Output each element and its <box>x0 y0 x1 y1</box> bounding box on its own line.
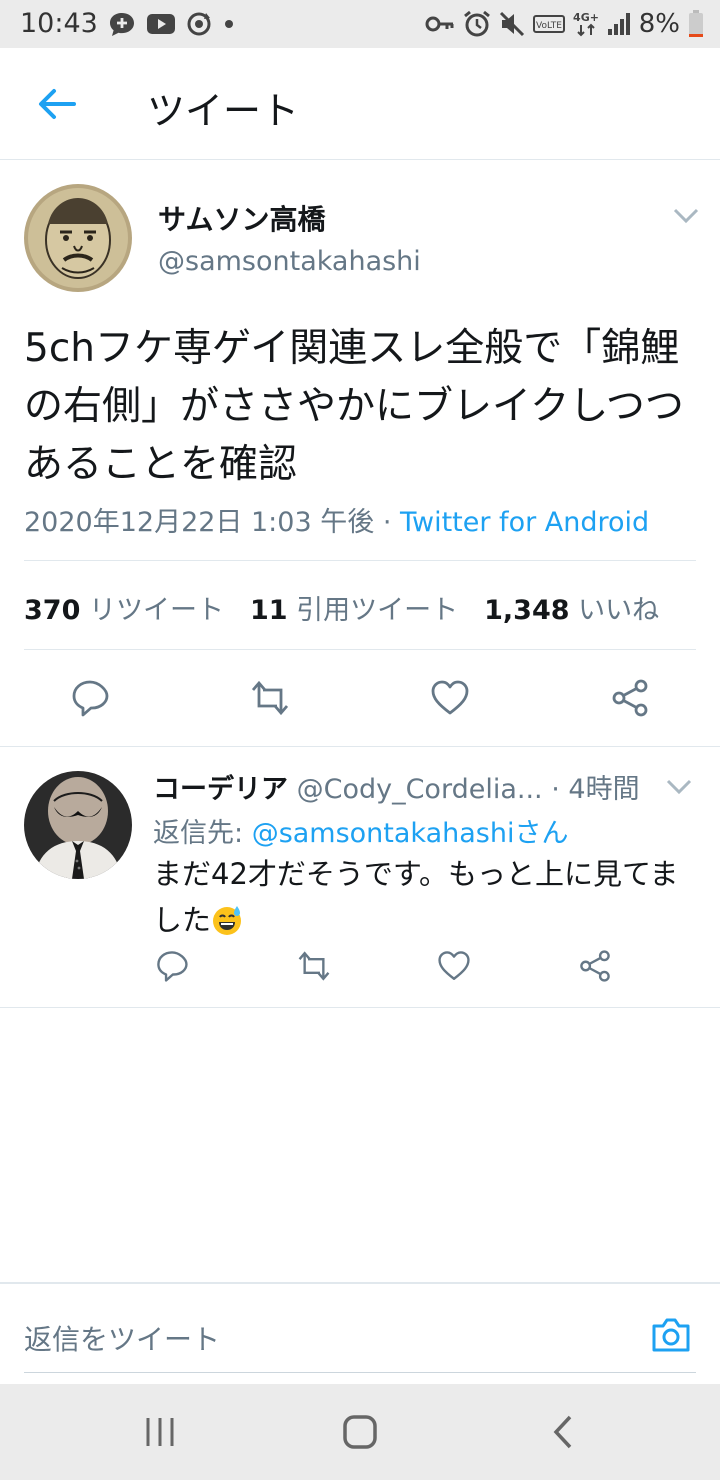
youtube-icon <box>147 14 175 34</box>
reply-icon[interactable] <box>155 949 189 983</box>
chevron-down-icon[interactable] <box>666 779 692 795</box>
status-left-icons <box>108 10 236 38</box>
chat-plus-icon <box>110 13 134 36</box>
reply-avatar[interactable] <box>24 771 132 879</box>
tweet-text: 5chフケ専ゲイ関連スレ全般で「錦鯉の右側」がささやかにブレイクしつつあることを… <box>24 326 684 487</box>
reply-tweet[interactable]: コーデリア @Cody_Cordelia... · 4時間 返信先: @sams… <box>0 746 720 1008</box>
meta-separator: · <box>374 507 400 538</box>
status-bar: 10:43 VoLTE 4G+ 8% <box>0 0 720 48</box>
reply-time: · 4時間 <box>551 774 640 805</box>
svg-text:4G+: 4G+ <box>573 11 599 24</box>
dot-icon <box>225 20 233 28</box>
reply-author-name[interactable]: コーデリア <box>153 774 288 805</box>
tweet-source-link[interactable]: Twitter for Android <box>400 507 649 538</box>
back-icon[interactable] <box>546 1414 582 1450</box>
tweet-timestamp: 2020年12月22日 1:03 午後 <box>24 507 375 538</box>
likes-label: いいね <box>578 595 660 626</box>
battery-percent: 8% <box>638 9 680 39</box>
recent-apps-icon[interactable] <box>142 1414 178 1450</box>
reply-author-handle[interactable]: @Cody_Cordelia... <box>297 774 543 805</box>
retweets-count: 370 <box>24 595 81 626</box>
grinning-face-with-sweat-emoji <box>213 906 242 935</box>
svg-text:VoLTE: VoLTE <box>536 21 562 31</box>
author-name[interactable]: サムソン高橋 <box>158 198 325 238</box>
camera-icon[interactable] <box>650 1316 692 1354</box>
reply-input[interactable]: 返信をツイート <box>24 1318 220 1358</box>
page-title: ツイート <box>147 89 300 133</box>
reply-icon[interactable] <box>70 678 110 718</box>
tweet-meta: 2020年12月22日 1:03 午後 · Twitter for Androi… <box>24 500 649 539</box>
retweet-icon[interactable] <box>250 678 290 718</box>
reply-to-mention[interactable]: @samsontakahashiさん <box>252 818 569 849</box>
share-icon[interactable] <box>578 949 612 983</box>
system-nav-bar <box>0 1384 720 1480</box>
tweet-stats: 370 リツイート 11 引用ツイート 1,348 いいね <box>24 588 659 627</box>
alarm-icon <box>463 10 490 37</box>
home-icon[interactable] <box>342 1414 378 1450</box>
like-icon[interactable] <box>437 949 471 983</box>
chevron-down-icon[interactable] <box>673 208 699 224</box>
share-icon[interactable] <box>610 678 650 718</box>
retweets-stat[interactable]: 370 リツイート <box>24 595 224 626</box>
author-handle[interactable]: @samsontakahashi <box>158 246 421 277</box>
likes-stat[interactable]: 1,348 いいね <box>484 595 659 626</box>
app-bar: ツイート <box>0 48 720 160</box>
key-icon <box>425 16 454 32</box>
back-arrow-icon[interactable] <box>34 84 78 124</box>
author-avatar[interactable] <box>24 184 132 292</box>
quotes-count: 11 <box>249 595 288 626</box>
like-icon[interactable] <box>430 678 470 718</box>
battery-icon <box>689 10 703 37</box>
network-4g-icon: 4G+ <box>573 11 599 37</box>
divider <box>24 649 696 650</box>
divider <box>24 560 696 561</box>
reply-to-line: 返信先: @samsontakahashiさん <box>153 811 568 850</box>
reply-header: コーデリア @Cody_Cordelia... · 4時間 <box>153 767 640 806</box>
quotes-stat[interactable]: 11 引用ツイート <box>250 595 458 626</box>
mute-icon <box>499 11 524 37</box>
retweet-icon[interactable] <box>297 949 331 983</box>
signal-icon <box>607 13 630 35</box>
status-right-icons: VoLTE 4G+ 8% <box>425 9 704 39</box>
volte-icon: VoLTE <box>532 15 565 33</box>
quotes-label: 引用ツイート <box>296 595 459 626</box>
retweets-label: リツイート <box>88 595 224 626</box>
likes-count: 1,348 <box>484 595 570 626</box>
sync-icon <box>187 12 211 36</box>
reply-composer: 返信をツイート <box>0 1282 720 1384</box>
input-underline <box>24 1372 696 1373</box>
reply-to-prefix: 返信先: <box>153 818 252 849</box>
status-time: 10:43 <box>20 8 98 39</box>
reply-text-block: まだ42才だそうです。もっと上に見てました <box>153 851 693 943</box>
